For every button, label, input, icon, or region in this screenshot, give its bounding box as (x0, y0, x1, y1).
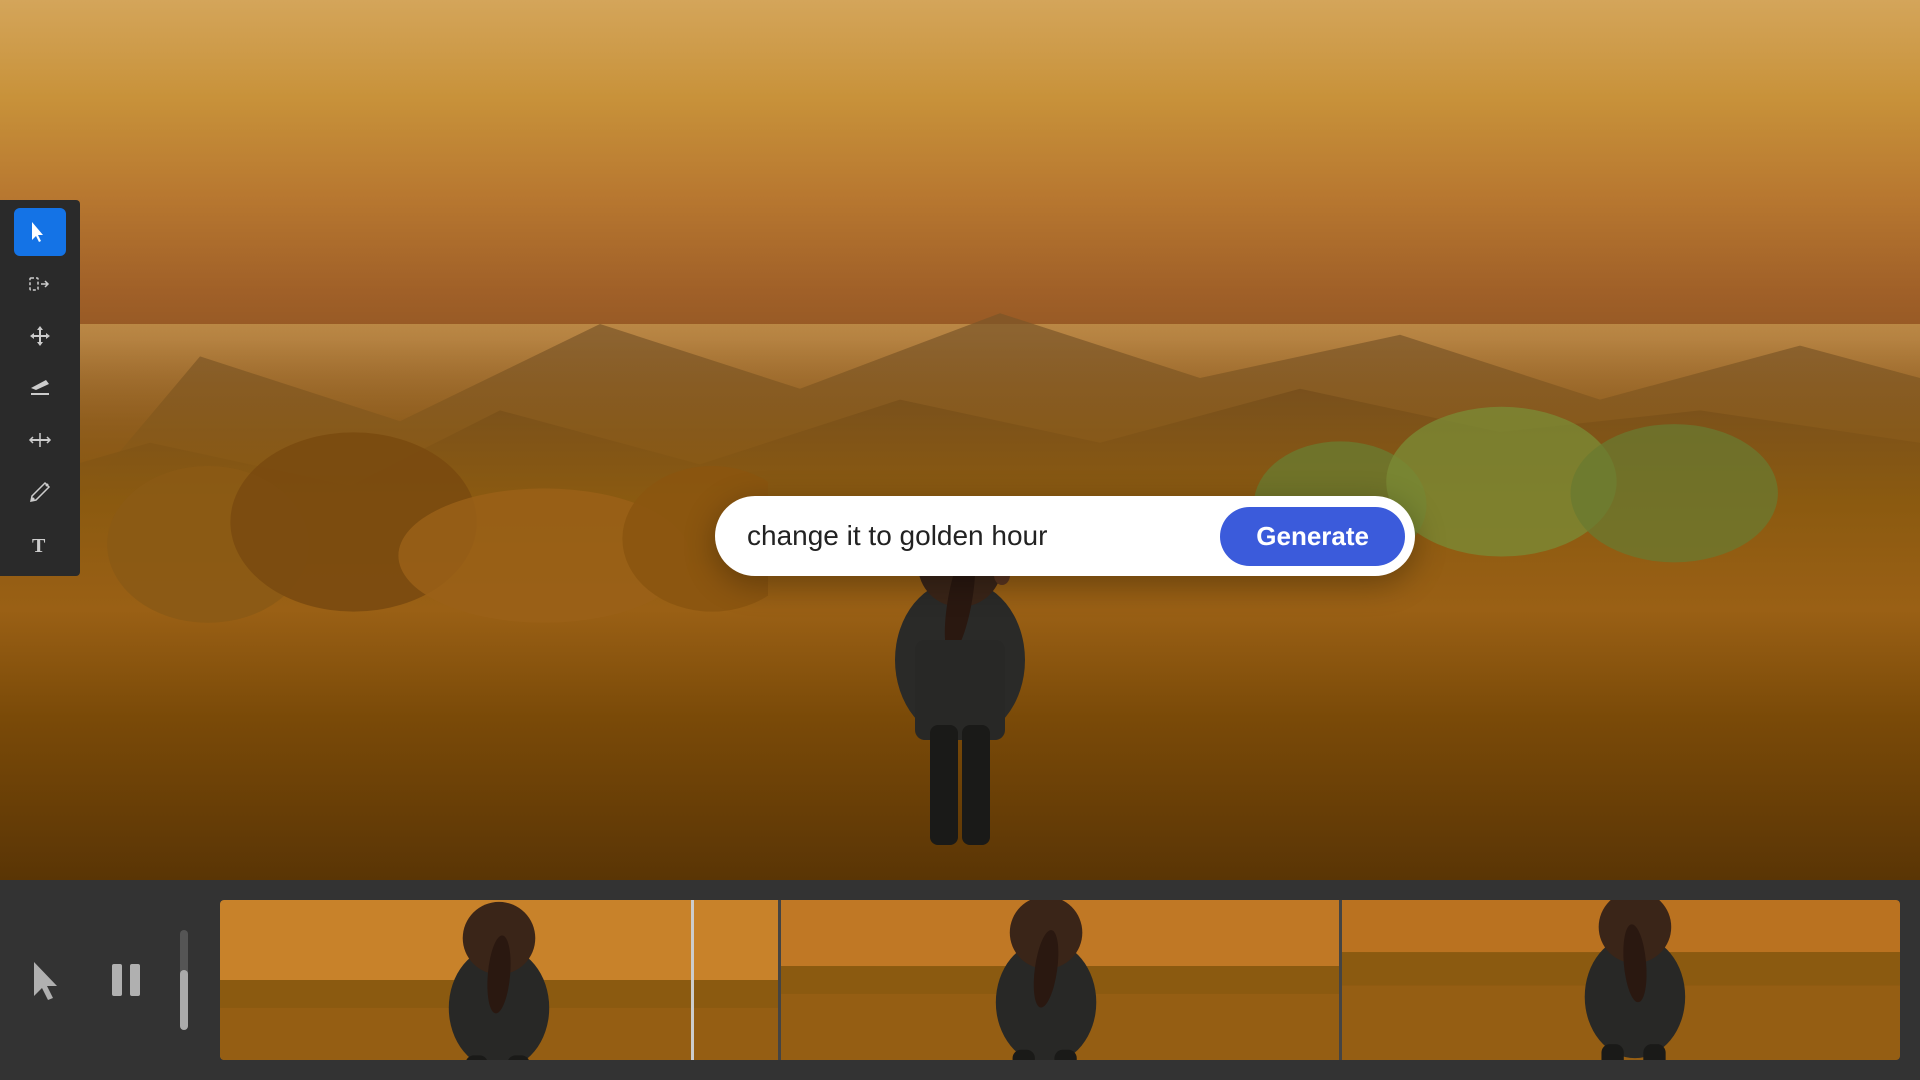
film-frame-2 (781, 900, 1339, 1060)
timeline (0, 880, 1920, 1080)
film-frame-3 (1342, 900, 1900, 1060)
slip-tool-button[interactable] (14, 416, 66, 464)
text-tool-button[interactable]: T (14, 520, 66, 568)
select-tool-button[interactable] (14, 208, 66, 256)
filmstrip-container (220, 900, 1900, 1060)
ai-prompt-container: change it to golden hour Generate (715, 496, 1415, 576)
svg-text:T: T (32, 535, 46, 556)
trees-left (96, 410, 768, 680)
pause-button[interactable] (96, 950, 156, 1010)
generate-button[interactable]: Generate (1220, 507, 1405, 566)
move-tool-button[interactable] (14, 312, 66, 360)
volume-fill (180, 970, 188, 1030)
play-button[interactable] (20, 950, 80, 1010)
playback-controls (20, 930, 196, 1030)
playhead-line (691, 900, 694, 1060)
playhead[interactable] (690, 900, 694, 1060)
forward-select-tool-button[interactable] (14, 260, 66, 308)
razor-tool-button[interactable] (14, 364, 66, 412)
volume-bar[interactable] (180, 930, 188, 1030)
prompt-input[interactable]: change it to golden hour (747, 520, 1220, 552)
filmstrip (220, 900, 1900, 1060)
pen-tool-button[interactable] (14, 468, 66, 516)
toolbar: T (0, 200, 80, 576)
